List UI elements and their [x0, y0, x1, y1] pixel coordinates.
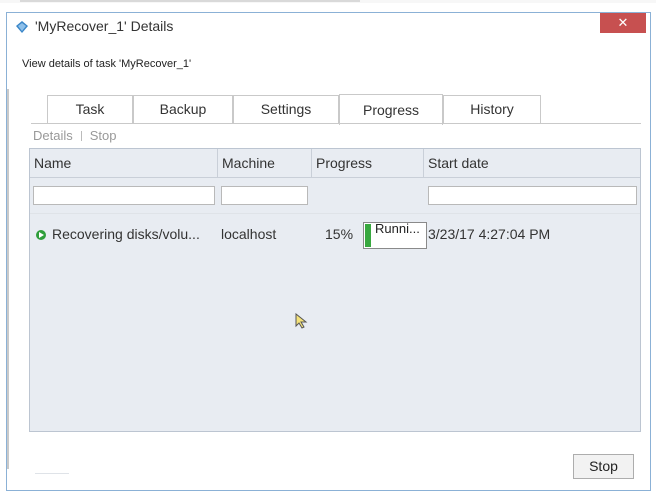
title-bar[interactable]: 'MyRecover_1' Details ✕: [7, 13, 650, 41]
running-status-icon: [36, 230, 46, 240]
row-start-date: 3/23/17 4:27:04 PM: [428, 226, 551, 242]
toolbar-stop-button[interactable]: Stop: [90, 128, 117, 143]
task-details-window: 'MyRecover_1' Details ✕ View details of …: [6, 12, 651, 491]
tab-progress[interactable]: Progress: [339, 94, 443, 125]
filter-machine-input[interactable]: [221, 186, 308, 205]
filter-start-date-input[interactable]: [428, 186, 637, 205]
row-machine: localhost: [221, 226, 277, 242]
column-header-machine[interactable]: Machine: [217, 149, 311, 177]
grid-header: Name Machine Progress Start date: [30, 149, 640, 178]
progress-status-text: Runni...: [375, 221, 420, 236]
tab-history[interactable]: History: [443, 95, 541, 123]
column-header-progress[interactable]: Progress: [311, 149, 424, 177]
row-name: Recovering disks/volu...: [52, 226, 200, 242]
grid-toolbar: Details Stop: [33, 128, 117, 143]
tab-settings[interactable]: Settings: [233, 95, 339, 123]
background-text-ghost: [20, 0, 360, 2]
window-subtitle: View details of task 'MyRecover_1': [22, 58, 192, 70]
progress-bar-fill: [365, 224, 371, 247]
toolbar-separator: [80, 131, 82, 141]
top-background-strip: [0, 0, 656, 3]
tab-underline: [31, 123, 641, 124]
column-header-start-date[interactable]: Start date: [423, 149, 640, 177]
tab-backup[interactable]: Backup: [133, 95, 233, 123]
column-header-name[interactable]: Name: [30, 149, 216, 177]
tab-task[interactable]: Task: [47, 95, 133, 123]
stop-button[interactable]: Stop: [573, 454, 634, 479]
window-title: 'MyRecover_1' Details: [35, 18, 174, 34]
filter-name-input[interactable]: [33, 186, 215, 205]
left-edge-bar: [7, 89, 9, 469]
table-row[interactable]: Recovering disks/volu... localhost 15% R…: [30, 215, 640, 253]
bottom-divider: [35, 473, 69, 474]
row-progress-percent: 15%: [325, 226, 354, 242]
close-button[interactable]: ✕: [600, 13, 646, 33]
mouse-pointer-icon: [295, 313, 308, 329]
row-separator: [30, 213, 640, 214]
details-button[interactable]: Details: [33, 128, 73, 143]
activities-grid: Name Machine Progress Start date Recover…: [29, 148, 641, 432]
progress-bar: Runni...: [363, 221, 427, 249]
app-icon: [16, 21, 28, 33]
